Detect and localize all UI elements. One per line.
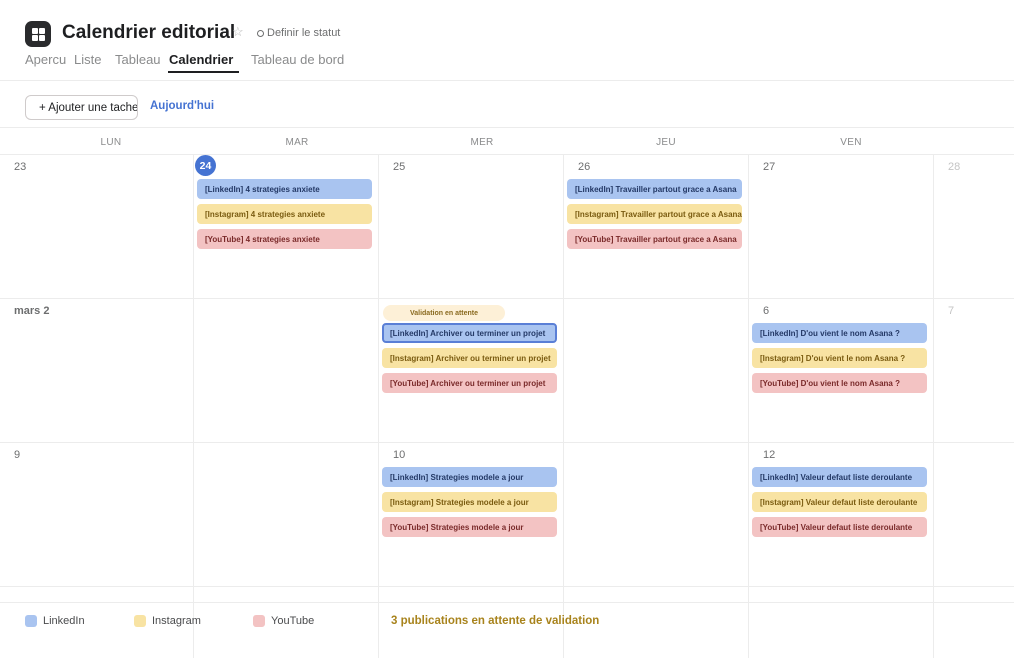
star-icon[interactable]: ☆ [232, 24, 244, 40]
day-number: 7 [948, 305, 955, 317]
event-youtube[interactable]: [YouTube] Valeur defaut liste deroulante [752, 517, 927, 537]
today-button[interactable]: Aujourd'hui [150, 100, 214, 112]
day-number: 10 [393, 449, 406, 461]
event-linkedin[interactable]: [LinkedIn] D'ou vient le nom Asana ? [752, 323, 927, 343]
weekday-tue: MAR [285, 137, 309, 148]
legend-label-youtube: YouTube [271, 615, 315, 627]
grid-column-line [933, 154, 934, 658]
tab-calendrier[interactable]: Calendrier [169, 52, 233, 67]
event-instagram[interactable]: [Instagram] Archiver ou terminer un proj… [382, 348, 557, 368]
day-number: 28 [948, 161, 961, 173]
week-divider [0, 298, 1014, 299]
tab-tableau[interactable]: Tableau [115, 52, 161, 67]
legend-swatch-linkedin [25, 615, 37, 627]
grid-column-line [748, 154, 749, 658]
project-grid-icon [25, 21, 51, 47]
event-linkedin[interactable]: [LinkedIn] Strategies modele a jour [382, 467, 557, 487]
day-number: 23 [14, 161, 27, 173]
weekday-mon: LUN [100, 137, 122, 148]
event-instagram[interactable]: [Instagram] Valeur defaut liste deroulan… [752, 492, 927, 512]
header-divider [0, 80, 1014, 81]
event-youtube[interactable]: [YouTube] D'ou vient le nom Asana ? [752, 373, 927, 393]
day-number: 27 [763, 161, 776, 173]
tab-liste[interactable]: Liste [74, 52, 101, 67]
day-number: 25 [393, 161, 406, 173]
legend-label-instagram: Instagram [152, 615, 201, 627]
weekday-fri: VEN [840, 137, 862, 148]
event-youtube[interactable]: [YouTube] 4 strategies anxiete [197, 229, 372, 249]
week-divider [0, 442, 1014, 443]
status-circle-icon [257, 29, 264, 37]
week-divider [0, 586, 1014, 587]
legend-swatch-instagram [134, 615, 146, 627]
weekday-thu: JEU [656, 137, 676, 148]
add-task-button[interactable]: + Ajouter une tache [25, 95, 138, 120]
event-linkedin-selected[interactable]: [LinkedIn] Archiver ou terminer un proje… [382, 323, 557, 343]
pending-validation-notice: 3 publications en attente de validation [391, 615, 600, 627]
grid-column-line [563, 154, 564, 658]
event-youtube[interactable]: [YouTube] Travailler partout grace a Asa… [567, 229, 742, 249]
grid-column-line [193, 154, 194, 658]
event-instagram[interactable]: [Instagram] Travailler partout grace a A… [567, 204, 742, 224]
event-instagram[interactable]: [Instagram] 4 strategies anxiete [197, 204, 372, 224]
weekday-divider [0, 154, 1014, 155]
legend-label-linkedin: LinkedIn [43, 615, 85, 627]
day-number: 9 [14, 449, 21, 461]
day-number: 12 [763, 449, 776, 461]
active-tab-indicator [168, 71, 239, 73]
tab-apercu[interactable]: Apercu [25, 52, 66, 67]
day-number: 26 [578, 161, 591, 173]
weekday-wed: MER [470, 137, 494, 148]
event-youtube[interactable]: [YouTube] Strategies modele a jour [382, 517, 557, 537]
validation-pending-pill: Validation en attente [383, 305, 505, 321]
event-youtube[interactable]: [YouTube] Archiver ou terminer un projet [382, 373, 557, 393]
grid-column-line [378, 154, 379, 658]
toolbar-divider [0, 127, 1014, 128]
today-day-badge[interactable]: 24 [195, 155, 216, 176]
day-number: 6 [763, 305, 770, 317]
day-number: mars 2 [14, 305, 50, 317]
legend-swatch-youtube [253, 615, 265, 627]
event-instagram[interactable]: [Instagram] D'ou vient le nom Asana ? [752, 348, 927, 368]
tab-tableau-de-bord[interactable]: Tableau de bord [251, 52, 344, 67]
event-instagram[interactable]: [Instagram] Strategies modele a jour [382, 492, 557, 512]
event-linkedin[interactable]: [LinkedIn] 4 strategies anxiete [197, 179, 372, 199]
page-title: Calendrier editorial [62, 22, 236, 43]
set-status-button[interactable]: Definir le statut [257, 27, 340, 39]
event-linkedin[interactable]: [LinkedIn] Valeur defaut liste deroulant… [752, 467, 927, 487]
legend-divider [0, 602, 1014, 603]
event-linkedin[interactable]: [LinkedIn] Travailler partout grace a As… [567, 179, 742, 199]
status-label: Definir le statut [267, 27, 341, 39]
